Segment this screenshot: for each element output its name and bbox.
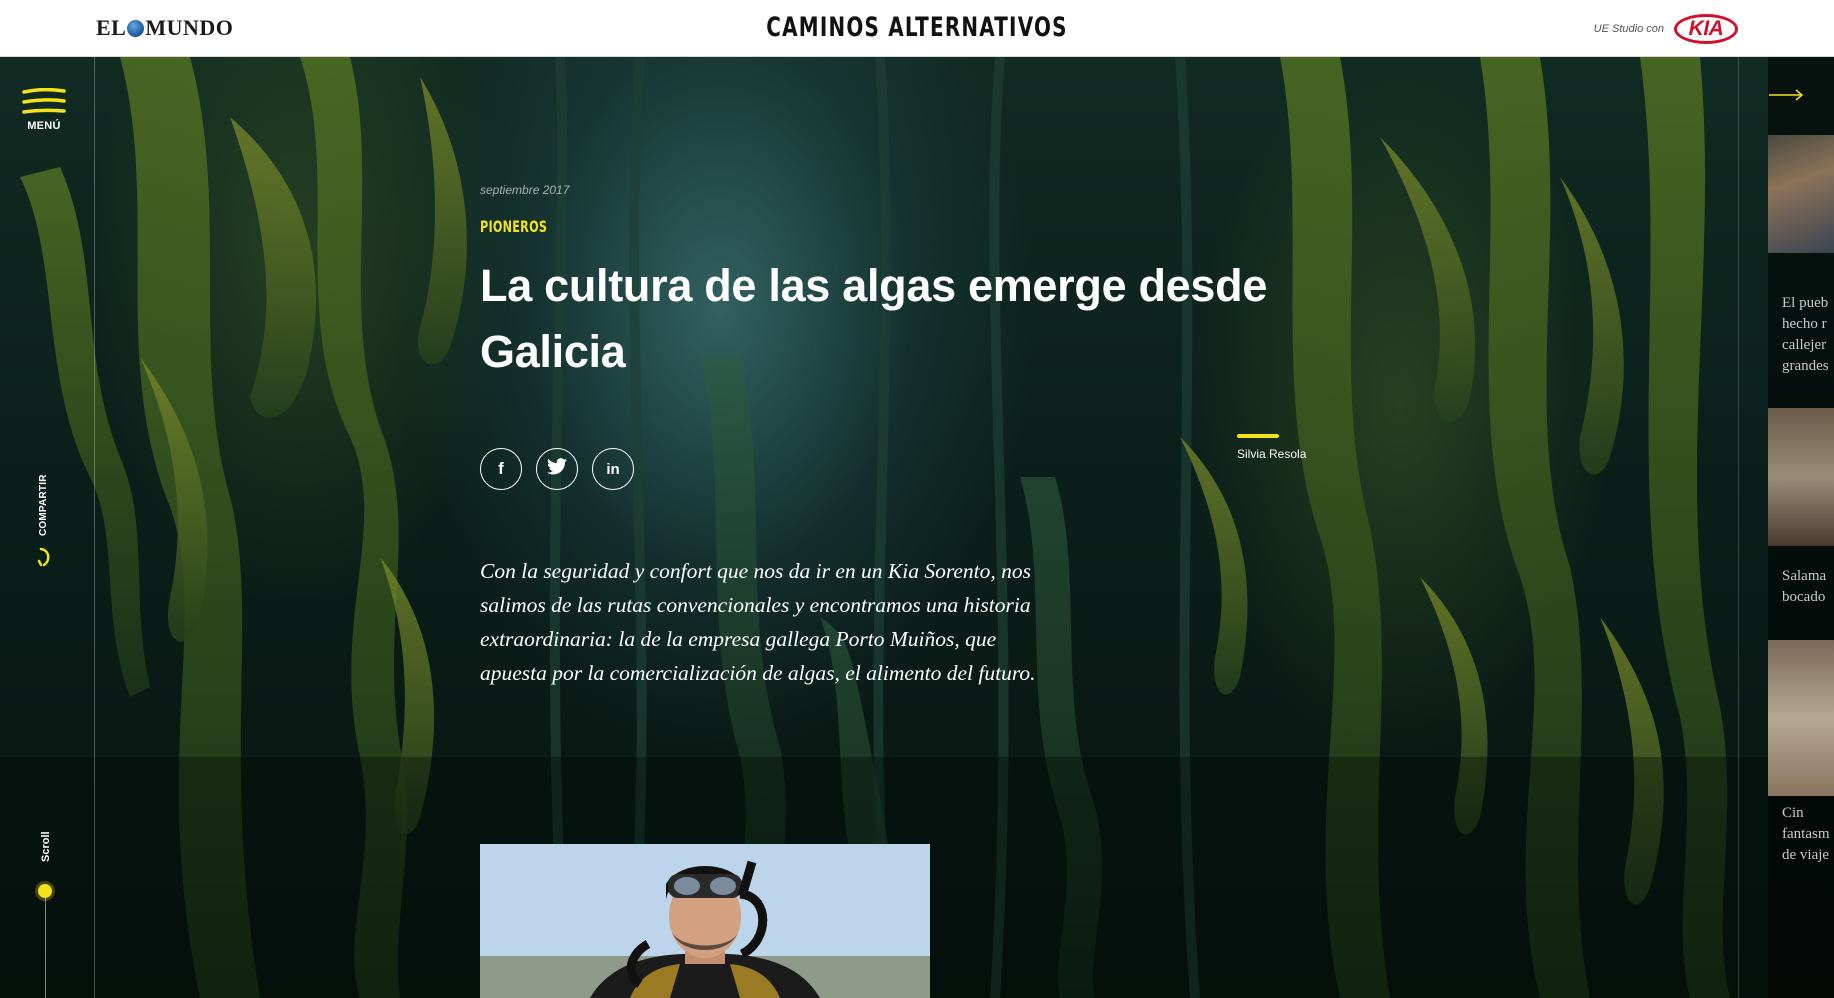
related-article-text: Salama bocado	[1782, 566, 1826, 608]
teaser-line: Cin	[1782, 805, 1804, 821]
scroll-track	[45, 898, 46, 998]
teaser-line: de viaje	[1782, 847, 1830, 863]
teaser-line: El pueb	[1782, 295, 1829, 311]
top-bar: EL MUNDO CAMINOS ALTERNATIVOS UE Studio …	[0, 0, 1834, 57]
scroll-indicator[interactable]: Scroll	[30, 822, 60, 998]
related-article-text: El pueb hecho r callejer grandes	[1782, 293, 1829, 377]
related-article-image	[1768, 408, 1834, 546]
kia-logo[interactable]: KIA	[1674, 14, 1738, 44]
scroll-position-dot[interactable]	[38, 884, 52, 898]
scroll-label: Scroll	[40, 831, 52, 862]
teaser-line: grandes	[1782, 358, 1829, 374]
article-date: septiembre 2017	[480, 183, 570, 197]
diver-portrait-image	[480, 844, 930, 998]
related-article-card[interactable]: Cin fantasm de viaje	[1768, 640, 1834, 900]
twitter-icon	[547, 458, 567, 480]
author-block: Silvia Resola	[1237, 434, 1347, 461]
article-category[interactable]: PIONEROS	[480, 217, 547, 236]
teaser-line: hecho r	[1782, 316, 1827, 332]
teaser-line: fantasm	[1782, 826, 1830, 842]
author-accent-bar	[1237, 434, 1279, 438]
logo-part-mundo: MUNDO	[145, 15, 234, 40]
site-title[interactable]: CAMINOS ALTERNATIVOS	[766, 12, 1067, 43]
author-name[interactable]: Silvia Resola	[1237, 447, 1347, 461]
related-article-image	[1768, 135, 1834, 253]
article-intro: Con la seguridad y confort que nos da ir…	[480, 559, 1036, 685]
share-toggle[interactable]: COMPARTIR	[30, 468, 60, 578]
related-articles-rail: El pueb hecho r callejer grandes Salama …	[1768, 135, 1834, 998]
related-article-text: Cin fantasm de viaje	[1782, 803, 1829, 866]
hamburger-icon	[20, 88, 68, 116]
teaser-line: bocado	[1782, 589, 1826, 605]
logo-part-el: EL	[96, 15, 127, 40]
right-rail-divider	[1738, 57, 1739, 998]
article-headline: La cultura de las algas emerge desde Gal…	[480, 260, 1268, 377]
left-rail-divider	[94, 57, 95, 998]
related-article-image	[1768, 640, 1834, 796]
menu-label: MENÚ	[27, 120, 61, 132]
linkedin-share-button[interactable]: in	[592, 448, 634, 490]
related-article-card[interactable]: El pueb hecho r callejer grandes	[1768, 135, 1834, 385]
share-label: COMPARTIR	[38, 474, 49, 536]
next-article-arrow-icon[interactable]	[1768, 88, 1804, 107]
social-share-buttons: f in	[480, 448, 634, 490]
sponsor: UE Studio con KIA	[1594, 14, 1738, 44]
el-mundo-logo[interactable]: EL MUNDO	[96, 15, 233, 41]
share-spinner-icon	[36, 546, 54, 573]
article-photo	[480, 844, 930, 998]
site-title-wrap: CAMINOS ALTERNATIVOS	[165, 12, 1669, 43]
facebook-share-button[interactable]: f	[480, 448, 522, 490]
linkedin-icon: in	[606, 460, 620, 478]
twitter-share-button[interactable]	[536, 448, 578, 490]
globe-icon	[127, 19, 145, 37]
menu-button[interactable]: MENÚ	[20, 88, 68, 132]
related-article-card[interactable]: Salama bocado	[1768, 408, 1834, 608]
teaser-line: callejer	[1782, 337, 1827, 353]
facebook-icon: f	[498, 459, 504, 478]
sponsor-text: UE Studio con	[1593, 23, 1664, 35]
teaser-line: Salama	[1782, 568, 1827, 584]
kia-logo-text: KIA	[1688, 17, 1724, 40]
